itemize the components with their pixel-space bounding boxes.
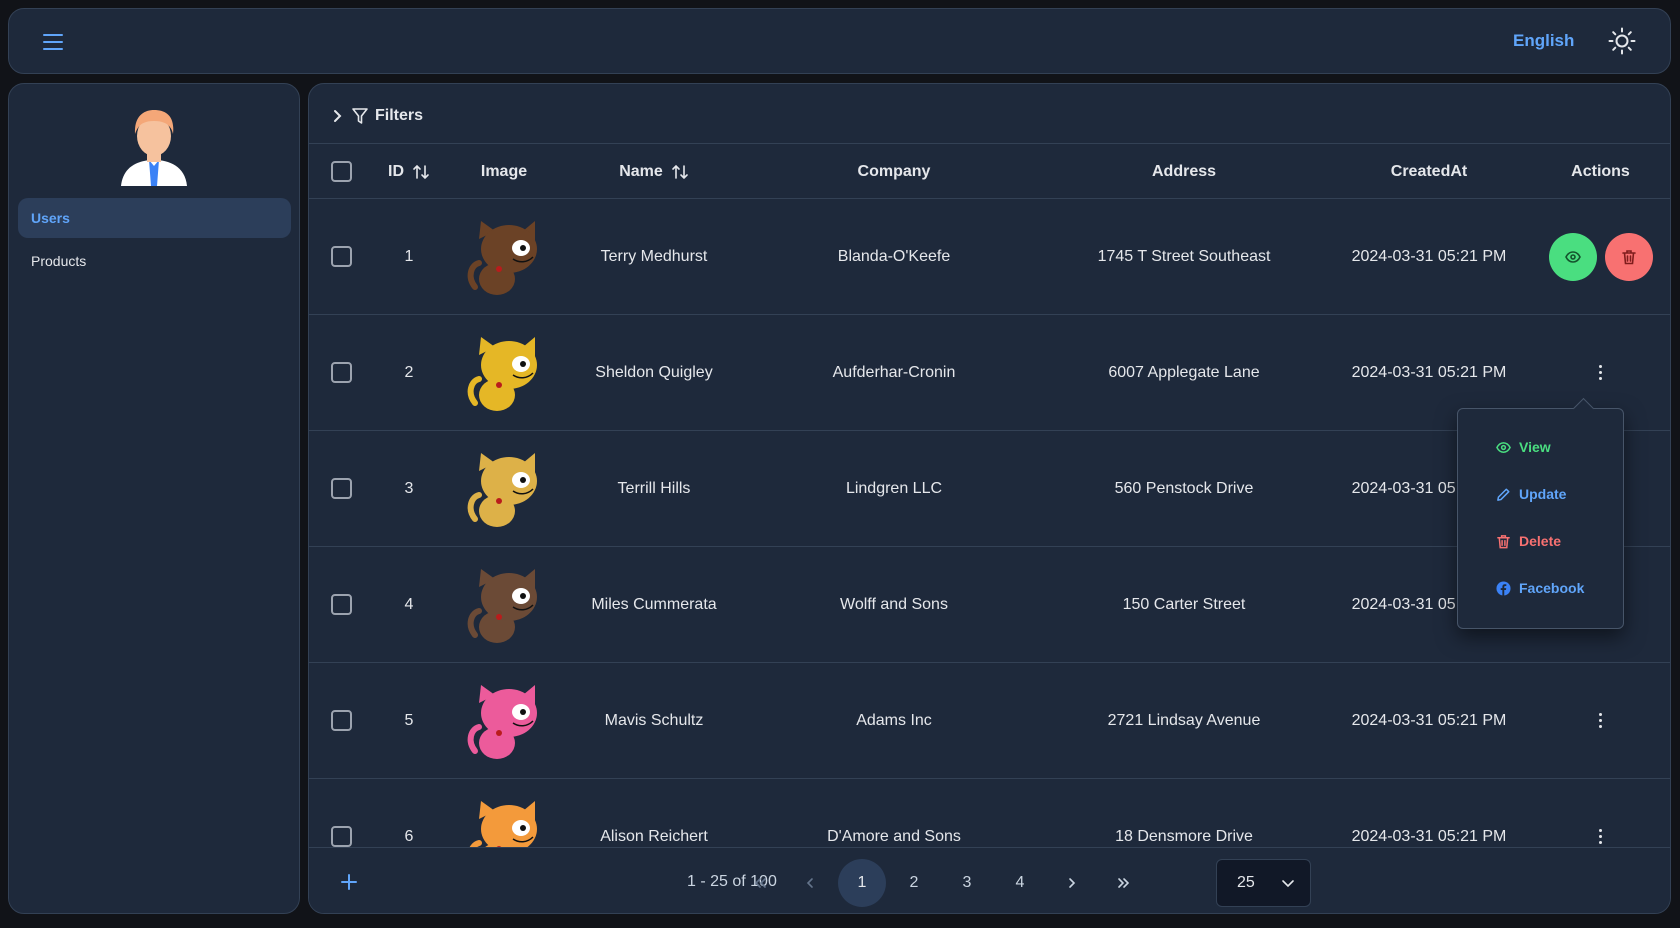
menu-facebook[interactable]: Facebook — [1496, 580, 1584, 596]
row-name: Miles Cummerata — [591, 595, 717, 613]
more-actions-icon[interactable] — [1589, 825, 1613, 849]
filters-toggle[interactable]: Filters — [329, 104, 423, 128]
row-checkbox[interactable] — [330, 246, 352, 267]
row-id: 4 — [404, 595, 414, 613]
menu-update[interactable]: Update — [1496, 486, 1566, 502]
filters-label: Filters — [375, 107, 424, 124]
hamburger-menu-icon[interactable] — [37, 31, 69, 53]
row-company: Lindgren LLC — [845, 479, 943, 497]
filter-icon — [352, 108, 368, 124]
per-page-select[interactable]: 25 — [1216, 859, 1311, 907]
page-4-button[interactable]: 4 — [996, 859, 1044, 907]
next-page-button[interactable] — [1048, 859, 1096, 907]
row-id: 1 — [404, 247, 414, 265]
column-id[interactable]: ID — [369, 144, 449, 199]
per-page-value: 25 — [1237, 874, 1255, 891]
delete-button[interactable] — [1604, 232, 1653, 281]
cat-avatar-image — [467, 452, 537, 527]
more-actions-icon[interactable] — [1589, 709, 1613, 733]
users-table-panel: Filters ID Image Name Company Address Cr… — [308, 83, 1671, 914]
row-address: 150 Carter Street — [1122, 595, 1246, 613]
row-created-at: 2024-03-31 05:21 PM — [1351, 711, 1507, 729]
column-address: Address — [1151, 162, 1217, 180]
trash-icon — [1621, 249, 1636, 264]
column-image: Image — [480, 162, 528, 180]
page-2-button[interactable]: 2 — [890, 859, 938, 907]
sort-icon — [413, 164, 429, 179]
chevron-right-icon — [334, 110, 342, 122]
plus-icon — [341, 874, 357, 890]
row-name: Terry Medhurst — [600, 247, 708, 265]
row-name: Terrill Hills — [617, 479, 691, 497]
user-avatar — [121, 110, 187, 186]
row-company: Wolff and Sons — [840, 595, 948, 613]
add-user-button[interactable] — [337, 870, 361, 894]
row-actions — [1529, 199, 1670, 314]
column-created-at: CreatedAt — [1390, 162, 1468, 180]
column-name[interactable]: Name — [559, 144, 749, 199]
chevron-right-icon — [1069, 878, 1076, 888]
first-page-button[interactable] — [736, 859, 784, 907]
prev-page-button[interactable] — [786, 859, 834, 907]
sidebar: Users Products — [8, 83, 300, 914]
menu-delete[interactable]: Delete — [1496, 533, 1561, 549]
column-actions: Actions — [1571, 162, 1630, 180]
row-id: 3 — [404, 479, 414, 497]
select-all-checkbox[interactable] — [330, 161, 352, 182]
chevrons-right-icon — [1118, 878, 1130, 888]
menu-view[interactable]: View — [1496, 439, 1551, 455]
row-company: Aufderhar-Cronin — [832, 363, 956, 381]
sidebar-item-products[interactable]: Products — [18, 241, 291, 281]
page-3-button[interactable]: 3 — [943, 859, 991, 907]
trash-icon — [1497, 534, 1510, 548]
cat-avatar-image — [467, 568, 537, 643]
table-row: 1 Terry Medhurst Blanda-O'Keefe 1745 T Stre… — [309, 199, 1670, 315]
table-footer: 1 - 25 of 100 1 2 3 4 25 — [309, 847, 1670, 913]
table-row: 5 Mavis Schultz Adams Inc 2721 Lindsay Aven… — [309, 663, 1670, 779]
page-1-button[interactable]: 1 — [838, 859, 886, 907]
chevron-left-icon — [806, 878, 813, 888]
row-address: 560 Penstock Drive — [1114, 479, 1254, 497]
row-created-at: 2024-03-31 05:21 PM — [1351, 247, 1507, 265]
row-checkbox[interactable] — [330, 710, 352, 731]
row-name: Mavis Schultz — [604, 711, 704, 729]
top-bar: English — [8, 8, 1671, 74]
row-company: Blanda-O'Keefe — [837, 247, 951, 265]
table-header: ID Image Name Company Address CreatedAt … — [309, 144, 1670, 199]
cat-avatar-image — [467, 684, 537, 759]
row-actions-menu: View Update Delete Facebook — [1457, 408, 1624, 629]
row-company: Adams Inc — [856, 711, 932, 729]
more-actions-icon[interactable] — [1589, 361, 1613, 385]
row-checkbox[interactable] — [330, 594, 352, 615]
last-page-button[interactable] — [1100, 859, 1148, 907]
chevrons-left-icon — [754, 878, 766, 888]
row-checkbox[interactable] — [330, 826, 352, 847]
facebook-icon — [1496, 580, 1511, 596]
row-checkbox[interactable] — [330, 478, 352, 499]
pencil-icon — [1497, 488, 1510, 501]
eye-icon — [1496, 441, 1511, 453]
row-id: 2 — [404, 363, 414, 381]
row-address: 1745 T Street Southeast — [1097, 247, 1271, 265]
row-address: 6007 Applegate Lane — [1108, 363, 1260, 381]
chevron-down-icon — [1282, 880, 1294, 888]
row-id: 5 — [404, 711, 414, 729]
sidebar-item-users[interactable]: Users — [18, 198, 291, 238]
row-actions — [1529, 663, 1670, 778]
view-button[interactable] — [1548, 232, 1597, 281]
cat-avatar-image — [467, 336, 537, 411]
eye-icon — [1564, 250, 1581, 263]
row-address: 2721 Lindsay Avenue — [1107, 711, 1261, 729]
language-selector[interactable]: English — [1513, 31, 1574, 51]
row-checkbox[interactable] — [330, 362, 352, 383]
column-company: Company — [857, 162, 931, 180]
sun-icon[interactable] — [1608, 27, 1636, 55]
row-name: Sheldon Quigley — [595, 363, 713, 381]
sort-icon — [671, 164, 688, 179]
cat-avatar-image — [467, 220, 537, 295]
